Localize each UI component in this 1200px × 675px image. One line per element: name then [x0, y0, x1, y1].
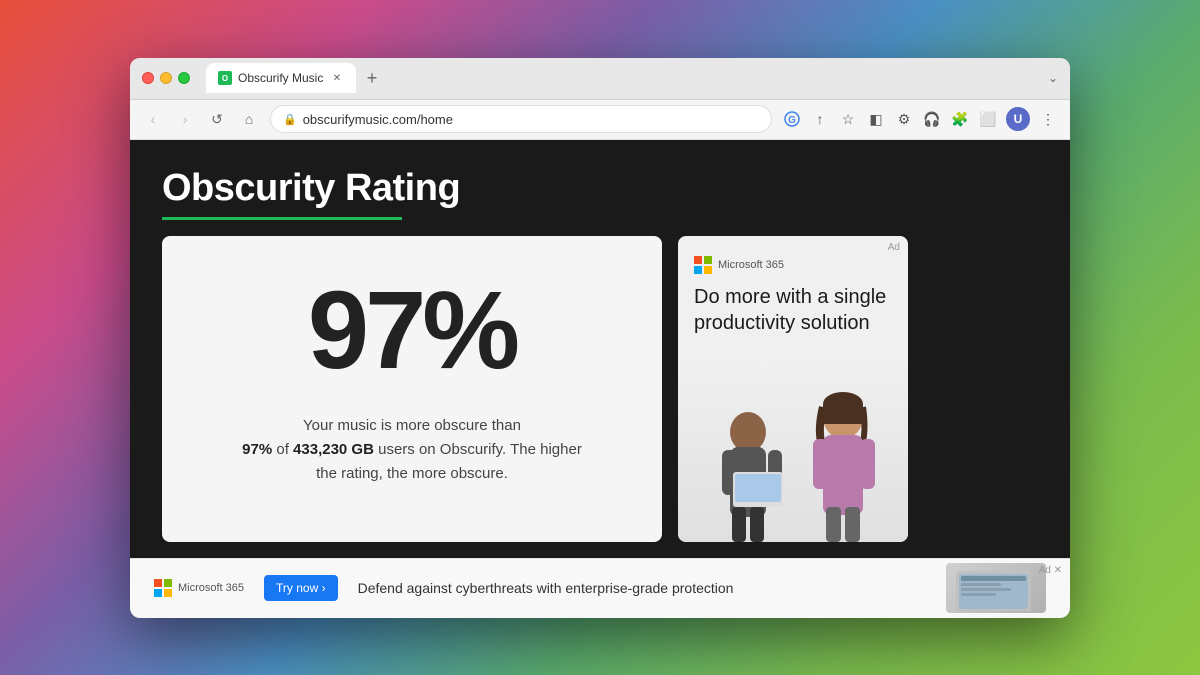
page-header: Obscurity Rating: [130, 140, 1070, 237]
bottom-ad-cta-button[interactable]: Try now ›: [264, 575, 338, 601]
bookmark-icon[interactable]: ☆: [838, 109, 858, 129]
profile-avatar[interactable]: U: [1006, 107, 1030, 131]
tab-favicon: O: [218, 71, 232, 85]
share-icon[interactable]: ↑: [810, 109, 830, 129]
tab-close-button[interactable]: ✕: [330, 71, 344, 85]
ms-brand-name: Microsoft 365: [718, 259, 784, 271]
bottom-ad-banner: Microsoft 365 Try now › Defend against c…: [130, 558, 1070, 618]
url-text: obscurifymusic.com/home: [303, 112, 453, 127]
traffic-lights: [142, 72, 190, 84]
maximize-button[interactable]: [178, 72, 190, 84]
url-bar[interactable]: 🔒 obscurifymusic.com/home: [270, 105, 772, 133]
page-title: Obscurity Rating: [162, 168, 1038, 210]
content-area: 97% Your music is more obscure than 97% …: [130, 236, 1070, 557]
lock-icon: 🔒: [283, 113, 297, 126]
google-icon[interactable]: G: [782, 109, 802, 129]
title-underline: [162, 217, 402, 220]
new-tab-button[interactable]: +: [360, 66, 384, 90]
home-button[interactable]: ⌂: [238, 108, 260, 130]
layers-icon[interactable]: ◧: [866, 109, 886, 129]
bottom-ad-image: [946, 563, 1046, 613]
bottom-ad-headline: Defend against cyberthreats with enterpr…: [358, 580, 734, 596]
settings-icon[interactable]: ⚙: [894, 109, 914, 129]
headphone-icon[interactable]: 🎧: [922, 109, 942, 129]
back-button[interactable]: ‹: [142, 108, 164, 130]
ad-image-area: [678, 358, 908, 541]
address-bar: ‹ › ↺ ⌂ 🔒 obscurifymusic.com/home G ↑ ☆ …: [130, 100, 1070, 140]
bottom-ad-close[interactable]: Ad ✕: [1039, 565, 1062, 576]
ad-people-illustration: [678, 372, 908, 542]
toolbar-icons: G ↑ ☆ ◧ ⚙ 🎧 🧩 ⬜ U ⋮: [782, 107, 1058, 131]
split-view-icon[interactable]: ⬜: [978, 109, 998, 129]
description-of: of: [276, 441, 293, 458]
more-options-icon[interactable]: ⋮: [1038, 109, 1058, 129]
bottom-ad-logo: Microsoft 365: [154, 579, 244, 597]
svg-text:G: G: [788, 115, 796, 126]
ad-sidebar: Ad Microsoft 365 Do more with a single p…: [678, 236, 908, 541]
bottom-ms-icon: [154, 579, 172, 597]
ad-content: Microsoft 365 Do more with a single prod…: [678, 236, 908, 358]
description-bold-1: 97%: [242, 441, 272, 458]
rating-card: 97% Your music is more obscure than 97% …: [162, 236, 662, 541]
forward-button[interactable]: ›: [174, 108, 196, 130]
description-plain: Your music is more obscure than: [303, 417, 521, 434]
page-content: Obscurity Rating 97% Your music is more …: [130, 140, 1070, 618]
tab-bar: O Obscurify Music ✕ + ⌄: [206, 63, 1058, 93]
puzzle-icon[interactable]: 🧩: [950, 109, 970, 129]
tab-label: Obscurify Music: [238, 71, 324, 85]
ad-headline: Do more with a single productivity solut…: [694, 284, 892, 336]
bottom-ms-brand: Microsoft 365: [178, 582, 244, 594]
close-button[interactable]: [142, 72, 154, 84]
ms-logo: Microsoft 365: [694, 256, 892, 274]
refresh-button[interactable]: ↺: [206, 108, 228, 130]
description-bold-2: 433,230 GB: [293, 441, 374, 458]
rating-number: 97%: [308, 276, 516, 386]
tab-menu-button[interactable]: ⌄: [1048, 71, 1058, 85]
favicon-letter: O: [222, 74, 228, 83]
browser-window: O Obscurify Music ✕ + ⌄ ‹ › ↺ ⌂ 🔒 obscur…: [130, 58, 1070, 618]
rating-description: Your music is more obscure than 97% of 4…: [232, 414, 592, 486]
active-tab[interactable]: O Obscurify Music ✕: [206, 63, 356, 93]
title-bar: O Obscurify Music ✕ + ⌄: [130, 58, 1070, 100]
minimize-button[interactable]: [160, 72, 172, 84]
microsoft-grid-icon: [694, 256, 712, 274]
ad-label: Ad: [888, 242, 900, 253]
